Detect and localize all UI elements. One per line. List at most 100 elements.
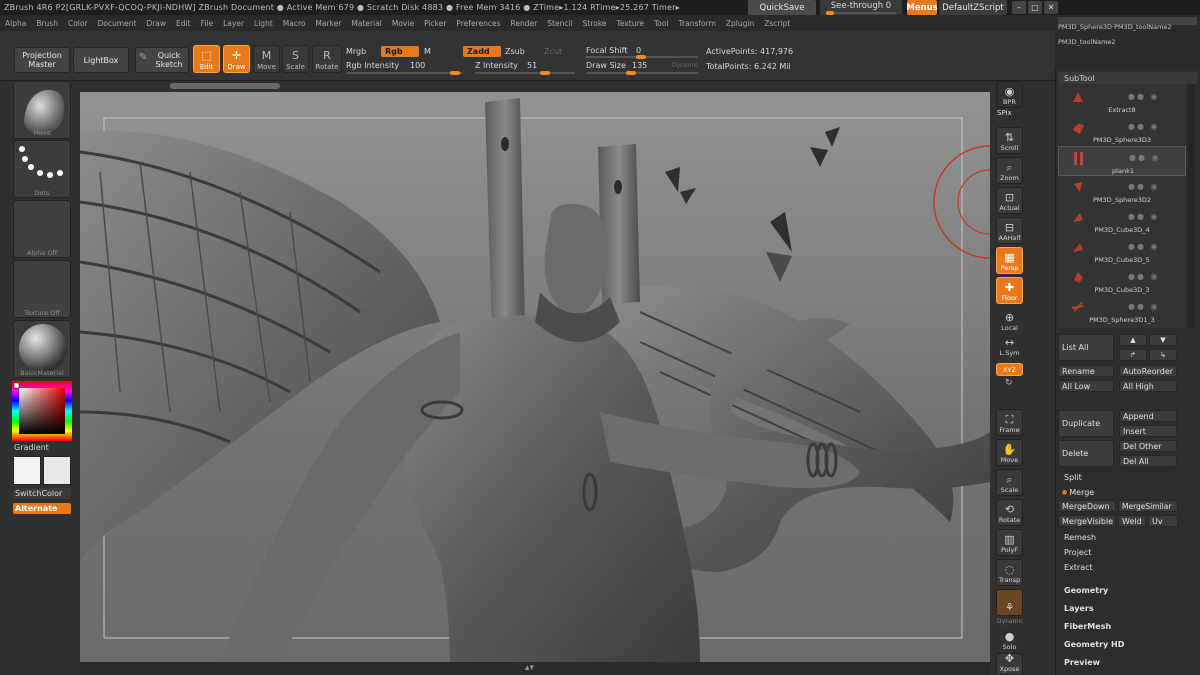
- mrgb-toggle[interactable]: Mrgb: [346, 47, 366, 56]
- focal-shift-value[interactable]: 0: [636, 46, 641, 55]
- rgb-intensity-knob[interactable]: [450, 71, 460, 75]
- uv-button[interactable]: Uv: [1148, 515, 1178, 527]
- canvas-top-scroll[interactable]: [80, 81, 990, 92]
- subtool-visibility-icons[interactable]: ●● ◉: [1128, 182, 1159, 191]
- bpr-button[interactable]: ◉ BPR: [996, 81, 1023, 108]
- menu-movie[interactable]: Movie: [387, 19, 419, 28]
- main-color-swatch[interactable]: [13, 456, 41, 485]
- z-intensity-slider[interactable]: [475, 71, 575, 75]
- default-zscript-button[interactable]: DefaultZScript: [939, 0, 1007, 15]
- z-intensity-value[interactable]: 51: [527, 61, 537, 70]
- weld-button[interactable]: Weld: [1118, 515, 1146, 527]
- subtool-visibility-icons[interactable]: ●● ◉: [1128, 272, 1159, 281]
- lightbox-button[interactable]: LightBox: [73, 47, 129, 73]
- scroll-button[interactable]: ⇅ Scroll: [996, 127, 1023, 154]
- horizontal-scrollbar[interactable]: [170, 83, 280, 89]
- draw-size-value[interactable]: 135: [632, 61, 647, 70]
- fibermesh-section[interactable]: FiberMesh: [1058, 620, 1197, 633]
- rotate-view-button[interactable]: ⟲ Rotate: [996, 499, 1023, 526]
- alternate-button[interactable]: Alternate: [13, 503, 71, 514]
- zadd-toggle[interactable]: Zadd: [463, 46, 501, 57]
- subtool-visibility-icons[interactable]: ●● ◉: [1128, 302, 1159, 311]
- frame-button[interactable]: ⛶ Frame: [996, 409, 1023, 436]
- menu-zscript[interactable]: Zscript: [759, 19, 795, 28]
- layers-section[interactable]: Layers: [1058, 602, 1197, 615]
- sculpt-viewport[interactable]: [80, 92, 990, 662]
- move-view-button[interactable]: ✋ Move: [996, 439, 1023, 466]
- menu-macro[interactable]: Macro: [278, 19, 311, 28]
- rotate-mode-button[interactable]: R Rotate: [312, 45, 342, 73]
- secondary-color-swatch[interactable]: [43, 456, 71, 485]
- transp-button[interactable]: ◌ Transp: [996, 559, 1023, 586]
- merge-similar-button[interactable]: MergeSimilar: [1118, 500, 1178, 512]
- menu-stroke[interactable]: Stroke: [578, 19, 612, 28]
- dynamic-toggle[interactable]: Dynamic: [672, 62, 698, 69]
- m-toggle[interactable]: M: [424, 47, 431, 56]
- draw-size-knob[interactable]: [626, 71, 636, 75]
- remesh-section[interactable]: Remesh: [1058, 531, 1197, 544]
- xyz-button[interactable]: XYZ: [996, 363, 1023, 376]
- split-section[interactable]: Split: [1058, 471, 1197, 484]
- focal-shift-slider[interactable]: [586, 55, 698, 59]
- focal-shift-knob[interactable]: [636, 55, 646, 59]
- auto-reorder-button[interactable]: AutoReorder: [1119, 365, 1177, 377]
- quicksave-button[interactable]: QuickSave: [748, 0, 816, 15]
- menu-marker[interactable]: Marker: [310, 19, 346, 28]
- z-intensity-knob[interactable]: [540, 71, 550, 75]
- close-icon[interactable]: ✕: [1044, 1, 1058, 14]
- subtool-visibility-icons[interactable]: ●● ◉: [1129, 153, 1160, 162]
- geometry-hd-section[interactable]: Geometry HD: [1058, 638, 1197, 651]
- project-section[interactable]: Project: [1058, 546, 1197, 559]
- menu-brush[interactable]: Brush: [31, 19, 63, 28]
- menu-preferences[interactable]: Preferences: [451, 19, 505, 28]
- spix-label[interactable]: SPix: [997, 109, 1012, 117]
- subtool-item[interactable]: ●● ◉ PM3D_Cube3D_4: [1058, 206, 1186, 236]
- rotation-axis-icon[interactable]: ↻: [1005, 378, 1013, 388]
- insert-button[interactable]: Insert: [1119, 425, 1177, 437]
- preview-section[interactable]: Preview: [1058, 656, 1197, 669]
- menu-layer[interactable]: Layer: [218, 19, 249, 28]
- move-mode-button[interactable]: M Move: [253, 45, 280, 73]
- merge-down-button[interactable]: MergeDown: [1058, 500, 1116, 512]
- duplicate-button[interactable]: Duplicate: [1058, 410, 1114, 437]
- rgb-intensity-slider[interactable]: [346, 71, 462, 75]
- menus-button[interactable]: Menus: [906, 0, 938, 15]
- menu-document[interactable]: Document: [93, 19, 142, 28]
- scale-view-button[interactable]: ⌕ Scale: [996, 469, 1023, 496]
- menu-draw[interactable]: Draw: [141, 19, 171, 28]
- menu-material[interactable]: Material: [346, 19, 386, 28]
- merge-visible-button[interactable]: MergeVisible: [1058, 515, 1116, 527]
- see-through-slider[interactable]: See-through 0: [820, 0, 902, 15]
- subtool-item[interactable]: ●● ◉ PM3D_Cube3D_3: [1058, 266, 1186, 296]
- list-all-button[interactable]: List All: [1058, 334, 1114, 361]
- subtool-item[interactable]: ●● ◉ Extract8: [1058, 86, 1186, 116]
- menu-edit[interactable]: Edit: [171, 19, 196, 28]
- menu-tool[interactable]: Tool: [649, 19, 674, 28]
- move-down-branch-icon[interactable]: ↳: [1149, 349, 1177, 361]
- rgb-intensity-value[interactable]: 100: [410, 61, 425, 70]
- projection-master-button[interactable]: Projection Master: [14, 47, 70, 73]
- zcut-toggle[interactable]: Zcut: [544, 47, 562, 56]
- transpose-gizmo[interactable]: [930, 142, 990, 262]
- menu-zplugin[interactable]: Zplugin: [721, 19, 759, 28]
- del-other-button[interactable]: Del Other: [1119, 440, 1177, 452]
- menu-transform[interactable]: Transform: [674, 19, 721, 28]
- extract-section[interactable]: Extract: [1058, 561, 1197, 574]
- merge-section[interactable]: Merge: [1058, 486, 1197, 499]
- subtool-visibility-icons[interactable]: ●● ◉: [1128, 122, 1159, 131]
- zoom-button[interactable]: ⌕ Zoom: [996, 157, 1023, 184]
- document-canvas[interactable]: [80, 92, 990, 662]
- edit-mode-button[interactable]: ⬚ Edit: [193, 45, 220, 73]
- menu-color[interactable]: Color: [63, 19, 93, 28]
- menu-texture[interactable]: Texture: [612, 19, 649, 28]
- rename-button[interactable]: Rename: [1058, 365, 1114, 377]
- persp-button[interactable]: ▦ Persp: [996, 247, 1023, 274]
- subtool-item[interactable]: ●● ◉ PM3D_Sphere3D2: [1058, 176, 1186, 206]
- subtool-item-selected[interactable]: ●● ◉ plank1: [1058, 146, 1186, 176]
- collapse-arrow-icon[interactable]: ▴▾: [525, 663, 534, 673]
- zsub-toggle[interactable]: Zsub: [505, 47, 525, 56]
- quick-sketch-button[interactable]: ✎ Quick Sketch: [135, 47, 189, 73]
- local-button[interactable]: ⊕ Local: [996, 307, 1023, 334]
- subtool-visibility-icons[interactable]: ●● ◉: [1128, 92, 1159, 101]
- del-all-button[interactable]: Del All: [1119, 455, 1177, 467]
